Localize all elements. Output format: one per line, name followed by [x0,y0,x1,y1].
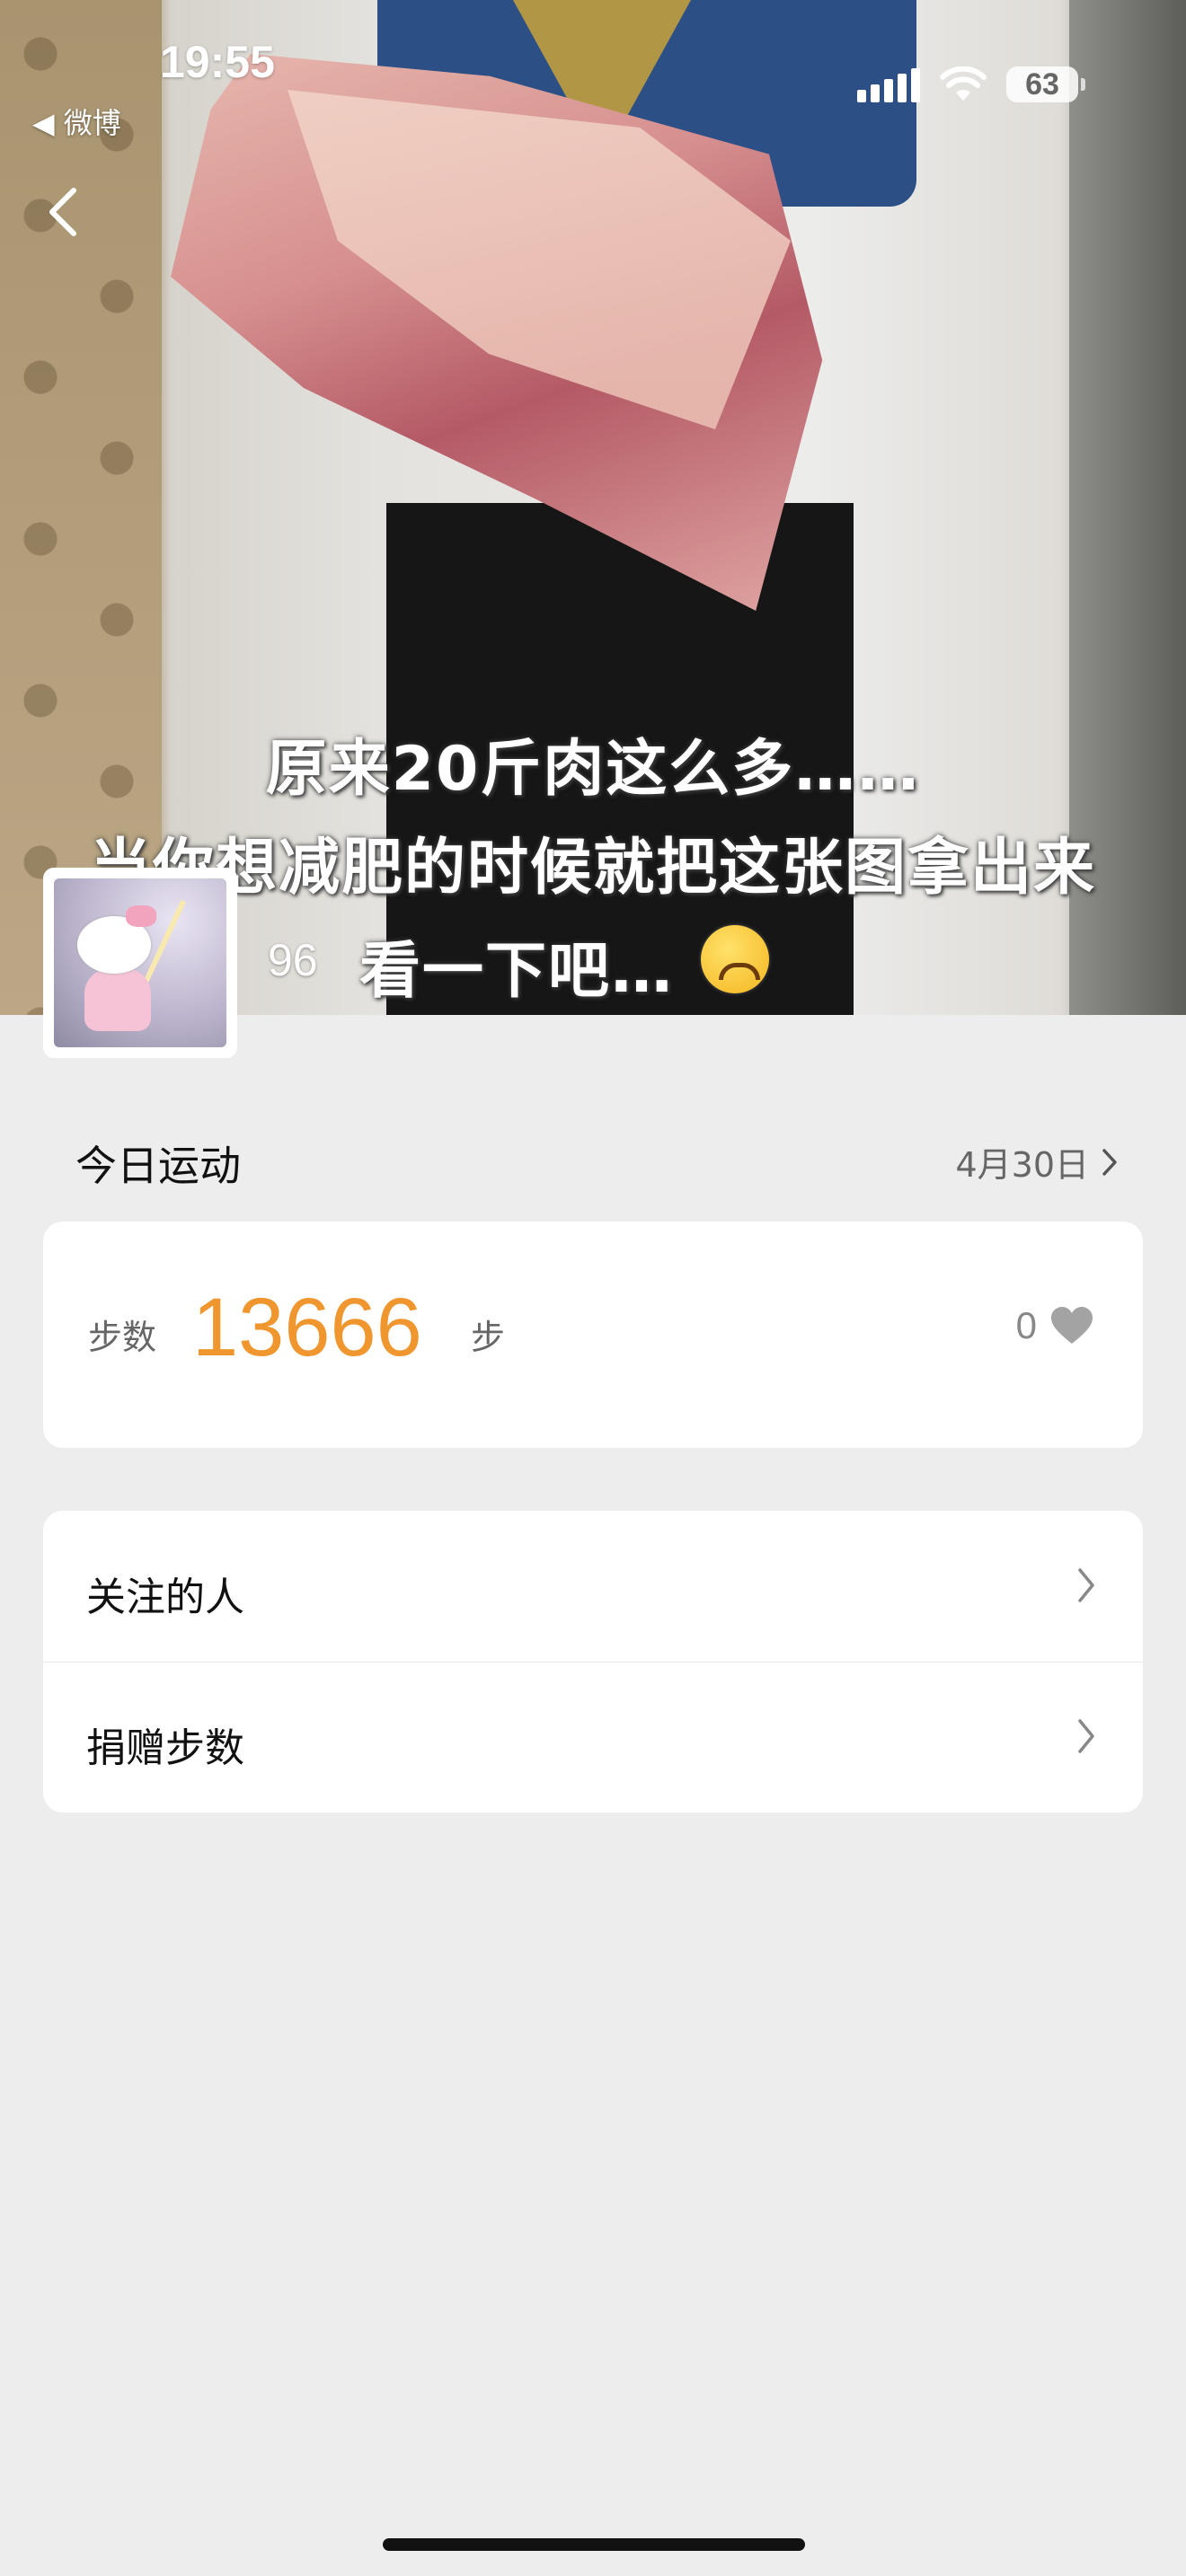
today-exercise-header: 今日运动 4月30日 [75,1130,1118,1193]
chevron-right-icon [1102,1148,1117,1176]
battery-icon: 63 [1006,66,1085,102]
home-indicator[interactable] [383,2538,805,2551]
chevron-right-icon [1078,1719,1094,1753]
chevron-right-icon [1078,1568,1094,1602]
menu-card: 关注的人 捐赠步数 [43,1511,1143,1813]
avatar-image [54,878,226,1047]
back-to-app-link[interactable]: ◀ 微博 [32,101,121,142]
cover-image[interactable]: 原来20斤肉这么多…… 当你想减肥的时候就把这张图拿出来 看一下吧… [0,0,1186,1015]
kitty-body-decoration [84,968,151,1031]
like-button[interactable]: 0 [1016,1304,1094,1347]
profile-like-count: 96 [268,935,318,985]
date-label: 4月30日 [955,1145,1089,1185]
cover-caption-line-1: 原来20斤肉这么多…… [265,734,921,805]
section-title: 今日运动 [75,1142,241,1190]
status-icons: 63 [857,66,1085,102]
steps-label: 步数 [88,1318,157,1357]
signal-icon [857,66,920,102]
upside-down-face-icon [701,925,769,993]
menu-item-label: 捐赠步数 [86,1725,244,1771]
heart-icon [1051,1307,1093,1344]
menu-item-donate-steps[interactable]: 捐赠步数 [43,1662,1143,1813]
date-selector[interactable]: 4月30日 [955,1137,1118,1187]
steps-card: 步数 13666 步 0 [43,1222,1143,1448]
wifi-icon [940,66,987,102]
menu-item-label: 关注的人 [86,1575,244,1620]
steps-value: 13666 [192,1282,422,1373]
avatar[interactable] [43,868,237,1058]
status-time: 19:55 [160,37,275,87]
steps-unit: 步 [471,1318,506,1357]
kitty-bow-decoration [126,905,156,927]
like-count: 0 [1015,1304,1037,1346]
back-button[interactable] [43,185,86,239]
chevron-left-icon [49,188,76,236]
menu-item-following[interactable]: 关注的人 [43,1511,1143,1663]
